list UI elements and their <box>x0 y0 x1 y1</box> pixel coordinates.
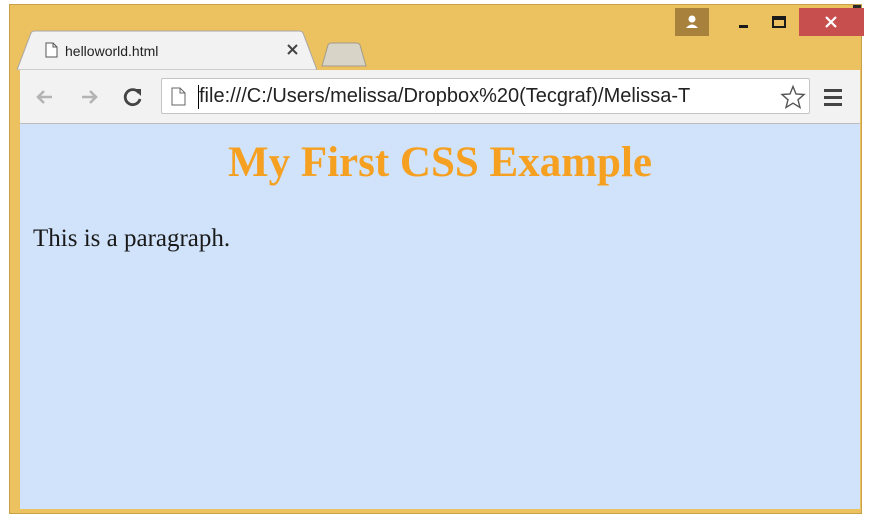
tab-helloworld[interactable]: helloworld.html <box>17 30 317 70</box>
tab-shape <box>17 30 317 70</box>
browser-toolbar: file:///C:/Users/melissa/Dropbox%20(Tecg… <box>20 70 860 124</box>
star-icon <box>780 84 806 110</box>
page-viewport: My First CSS Example This is a paragraph… <box>20 124 860 509</box>
tab-close-icon[interactable] <box>285 41 301 57</box>
maximize-icon <box>772 16 786 28</box>
new-tab-icon <box>321 42 367 67</box>
page-paragraph: This is a paragraph. <box>33 225 231 252</box>
address-bar[interactable]: file:///C:/Users/melissa/Dropbox%20(Tecg… <box>161 78 810 114</box>
maximize-button[interactable] <box>762 8 796 36</box>
close-window-button[interactable] <box>799 8 864 36</box>
back-button[interactable] <box>32 84 58 110</box>
menu-button[interactable] <box>822 86 846 110</box>
forward-button[interactable] <box>76 84 102 110</box>
close-icon <box>825 16 837 28</box>
reload-button[interactable] <box>120 84 146 110</box>
page-heading: My First CSS Example <box>227 139 653 186</box>
person-icon <box>686 15 698 28</box>
profile-button[interactable] <box>675 8 709 36</box>
url-text[interactable]: file:///C:/Users/melissa/Dropbox%20(Tecg… <box>199 84 777 108</box>
tab-title: helloworld.html <box>65 43 159 59</box>
bookmark-star-button[interactable] <box>780 84 806 110</box>
page-icon <box>171 87 186 111</box>
reload-icon <box>123 88 142 106</box>
forward-arrow-icon <box>82 90 98 104</box>
new-tab-button[interactable] <box>318 40 368 70</box>
minimize-button[interactable] <box>726 8 760 36</box>
back-arrow-icon <box>36 90 52 104</box>
hamburger-menu-icon <box>824 89 842 106</box>
minimize-icon <box>739 25 748 28</box>
